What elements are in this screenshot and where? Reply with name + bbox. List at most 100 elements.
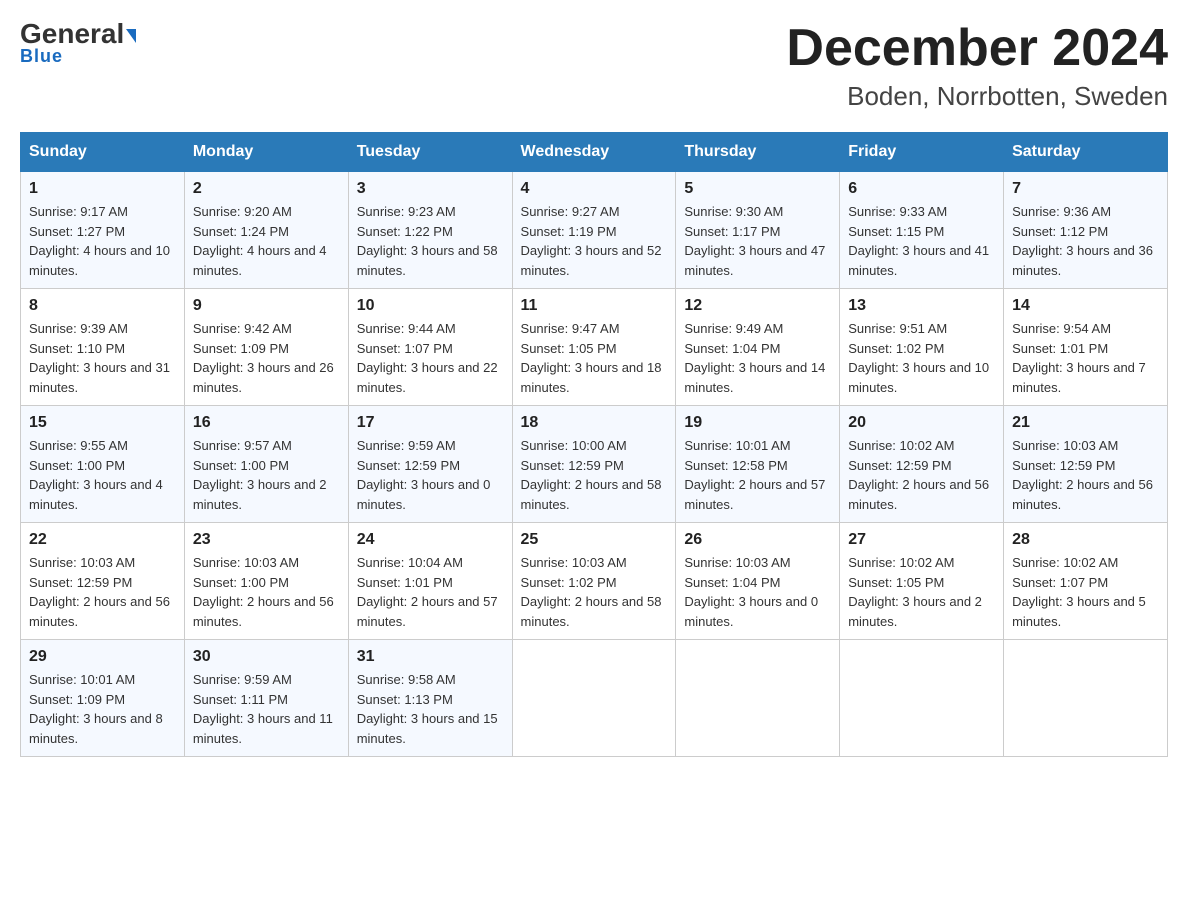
calendar-cell: 18 Sunrise: 10:00 AMSunset: 12:59 PMDayli… (512, 406, 676, 523)
day-number: 20 (848, 414, 995, 432)
day-info: Sunrise: 9:36 AMSunset: 1:12 PMDaylight:… (1012, 202, 1159, 280)
day-number: 24 (357, 531, 504, 549)
day-number: 7 (1012, 180, 1159, 198)
day-info: Sunrise: 9:33 AMSunset: 1:15 PMDaylight:… (848, 202, 995, 280)
day-info: Sunrise: 9:30 AMSunset: 1:17 PMDaylight:… (684, 202, 831, 280)
calendar-cell: 27 Sunrise: 10:02 AMSunset: 1:05 PMDaylig… (840, 523, 1004, 640)
week-row-3: 15Sunrise: 9:55 AMSunset: 1:00 PMDayligh… (21, 406, 1168, 523)
day-info: Sunrise: 9:47 AMSunset: 1:05 PMDaylight:… (521, 319, 668, 397)
day-info: Sunrise: 10:03 AMSunset: 12:59 PMDayligh… (1012, 436, 1159, 514)
day-info: Sunrise: 9:59 AMSunset: 12:59 PMDaylight… (357, 436, 504, 514)
day-info: Sunrise: 10:03 AMSunset: 12:59 PMDayligh… (29, 553, 176, 631)
day-number: 5 (684, 180, 831, 198)
day-info: Sunrise: 10:03 AMSunset: 1:02 PMDaylight… (521, 553, 668, 631)
weekday-header-monday: Monday (184, 133, 348, 172)
week-row-4: 22 Sunrise: 10:03 AMSunset: 12:59 PMDayli… (21, 523, 1168, 640)
day-info: Sunrise: 10:02 AMSunset: 1:05 PMDaylight… (848, 553, 995, 631)
day-number: 4 (521, 180, 668, 198)
weekday-header-sunday: Sunday (21, 133, 185, 172)
day-number: 3 (357, 180, 504, 198)
day-number: 2 (193, 180, 340, 198)
weekday-header-row: SundayMondayTuesdayWednesdayThursdayFrid… (21, 133, 1168, 172)
title-area: December 2024 Boden, Norrbotten, Sweden (786, 20, 1168, 112)
calendar-cell: 29 Sunrise: 10:01 AMSunset: 1:09 PMDaylig… (21, 640, 185, 757)
calendar-cell: 19 Sunrise: 10:01 AMSunset: 12:58 PMDayli… (676, 406, 840, 523)
day-info: Sunrise: 9:20 AMSunset: 1:24 PMDaylight:… (193, 202, 340, 280)
calendar-cell: 13 Sunrise: 9:51 AMSunset: 1:02 PMDayligh… (840, 289, 1004, 406)
day-number: 8 (29, 297, 176, 315)
day-number: 25 (521, 531, 668, 549)
day-info: Sunrise: 9:49 AMSunset: 1:04 PMDaylight:… (684, 319, 831, 397)
week-row-2: 8 Sunrise: 9:39 AMSunset: 1:10 PMDaylight… (21, 289, 1168, 406)
location-title: Boden, Norrbotten, Sweden (786, 81, 1168, 112)
day-number: 23 (193, 531, 340, 549)
day-info: Sunrise: 9:44 AMSunset: 1:07 PMDaylight:… (357, 319, 504, 397)
calendar-cell: 3 Sunrise: 9:23 AMSunset: 1:22 PMDaylight… (348, 172, 512, 289)
day-number: 10 (357, 297, 504, 315)
day-info: Sunrise: 10:01 AMSunset: 12:58 PMDayligh… (684, 436, 831, 514)
day-number: 21 (1012, 414, 1159, 432)
day-number: 13 (848, 297, 995, 315)
calendar-cell: 2 Sunrise: 9:20 AMSunset: 1:24 PMDaylight… (184, 172, 348, 289)
day-number: 31 (357, 648, 504, 666)
calendar-cell: 20 Sunrise: 10:02 AMSunset: 12:59 PMDayli… (840, 406, 1004, 523)
calendar-cell: 24 Sunrise: 10:04 AMSunset: 1:01 PMDaylig… (348, 523, 512, 640)
day-number: 15 (29, 414, 176, 432)
calendar-cell: 21 Sunrise: 10:03 AMSunset: 12:59 PMDayli… (1004, 406, 1168, 523)
calendar-cell: 9Sunrise: 9:42 AMSunset: 1:09 PMDaylight… (184, 289, 348, 406)
day-info: Sunrise: 10:03 AMSunset: 1:00 PMDaylight… (193, 553, 340, 631)
calendar-cell: 22 Sunrise: 10:03 AMSunset: 12:59 PMDayli… (21, 523, 185, 640)
calendar-cell: 8 Sunrise: 9:39 AMSunset: 1:10 PMDaylight… (21, 289, 185, 406)
day-number: 22 (29, 531, 176, 549)
day-number: 19 (684, 414, 831, 432)
weekday-header-friday: Friday (840, 133, 1004, 172)
calendar-cell (840, 640, 1004, 757)
day-number: 29 (29, 648, 176, 666)
day-info: Sunrise: 9:51 AMSunset: 1:02 PMDaylight:… (848, 319, 995, 397)
calendar-cell: 4 Sunrise: 9:27 AMSunset: 1:19 PMDaylight… (512, 172, 676, 289)
day-number: 18 (521, 414, 668, 432)
calendar-cell: 14Sunrise: 9:54 AMSunset: 1:01 PMDayligh… (1004, 289, 1168, 406)
day-info: Sunrise: 9:54 AMSunset: 1:01 PMDaylight:… (1012, 319, 1159, 397)
day-info: Sunrise: 9:58 AMSunset: 1:13 PMDaylight:… (357, 670, 504, 748)
day-info: Sunrise: 9:59 AMSunset: 1:11 PMDaylight:… (193, 670, 340, 748)
calendar-cell: 26Sunrise: 10:03 AMSunset: 1:04 PMDaylig… (676, 523, 840, 640)
day-info: Sunrise: 10:00 AMSunset: 12:59 PMDayligh… (521, 436, 668, 514)
calendar-cell: 30 Sunrise: 9:59 AMSunset: 1:11 PMDayligh… (184, 640, 348, 757)
calendar-cell: 15Sunrise: 9:55 AMSunset: 1:00 PMDayligh… (21, 406, 185, 523)
calendar-cell: 1 Sunrise: 9:17 AMSunset: 1:27 PMDaylight… (21, 172, 185, 289)
day-info: Sunrise: 10:03 AMSunset: 1:04 PMDaylight… (684, 553, 831, 631)
calendar-cell: 28Sunrise: 10:02 AMSunset: 1:07 PMDaylig… (1004, 523, 1168, 640)
calendar-table: SundayMondayTuesdayWednesdayThursdayFrid… (20, 132, 1168, 757)
calendar-cell: 17Sunrise: 9:59 AMSunset: 12:59 PMDaylig… (348, 406, 512, 523)
day-info: Sunrise: 9:17 AMSunset: 1:27 PMDaylight:… (29, 202, 176, 280)
weekday-header-wednesday: Wednesday (512, 133, 676, 172)
day-info: Sunrise: 10:01 AMSunset: 1:09 PMDaylight… (29, 670, 176, 748)
day-number: 1 (29, 180, 176, 198)
calendar-cell: 5 Sunrise: 9:30 AMSunset: 1:17 PMDaylight… (676, 172, 840, 289)
calendar-cell: 16Sunrise: 9:57 AMSunset: 1:00 PMDayligh… (184, 406, 348, 523)
day-number: 9 (193, 297, 340, 315)
calendar-cell: 23 Sunrise: 10:03 AMSunset: 1:00 PMDaylig… (184, 523, 348, 640)
calendar-cell: 25 Sunrise: 10:03 AMSunset: 1:02 PMDaylig… (512, 523, 676, 640)
logo-sub: Blue (20, 46, 63, 67)
day-info: Sunrise: 9:27 AMSunset: 1:19 PMDaylight:… (521, 202, 668, 280)
header: General Blue December 2024 Boden, Norrbo… (20, 20, 1168, 112)
day-number: 11 (521, 297, 668, 315)
day-info: Sunrise: 9:57 AMSunset: 1:00 PMDaylight:… (193, 436, 340, 514)
weekday-header-saturday: Saturday (1004, 133, 1168, 172)
day-info: Sunrise: 10:04 AMSunset: 1:01 PMDaylight… (357, 553, 504, 631)
logo: General Blue (20, 20, 136, 67)
day-info: Sunrise: 9:39 AMSunset: 1:10 PMDaylight:… (29, 319, 176, 397)
day-info: Sunrise: 10:02 AMSunset: 12:59 PMDayligh… (848, 436, 995, 514)
day-info: Sunrise: 9:23 AMSunset: 1:22 PMDaylight:… (357, 202, 504, 280)
calendar-cell (512, 640, 676, 757)
calendar-cell: 10 Sunrise: 9:44 AMSunset: 1:07 PMDayligh… (348, 289, 512, 406)
logo-main: General (20, 20, 136, 48)
calendar-cell (676, 640, 840, 757)
day-number: 27 (848, 531, 995, 549)
day-number: 6 (848, 180, 995, 198)
day-number: 30 (193, 648, 340, 666)
day-number: 12 (684, 297, 831, 315)
month-title: December 2024 (786, 20, 1168, 77)
